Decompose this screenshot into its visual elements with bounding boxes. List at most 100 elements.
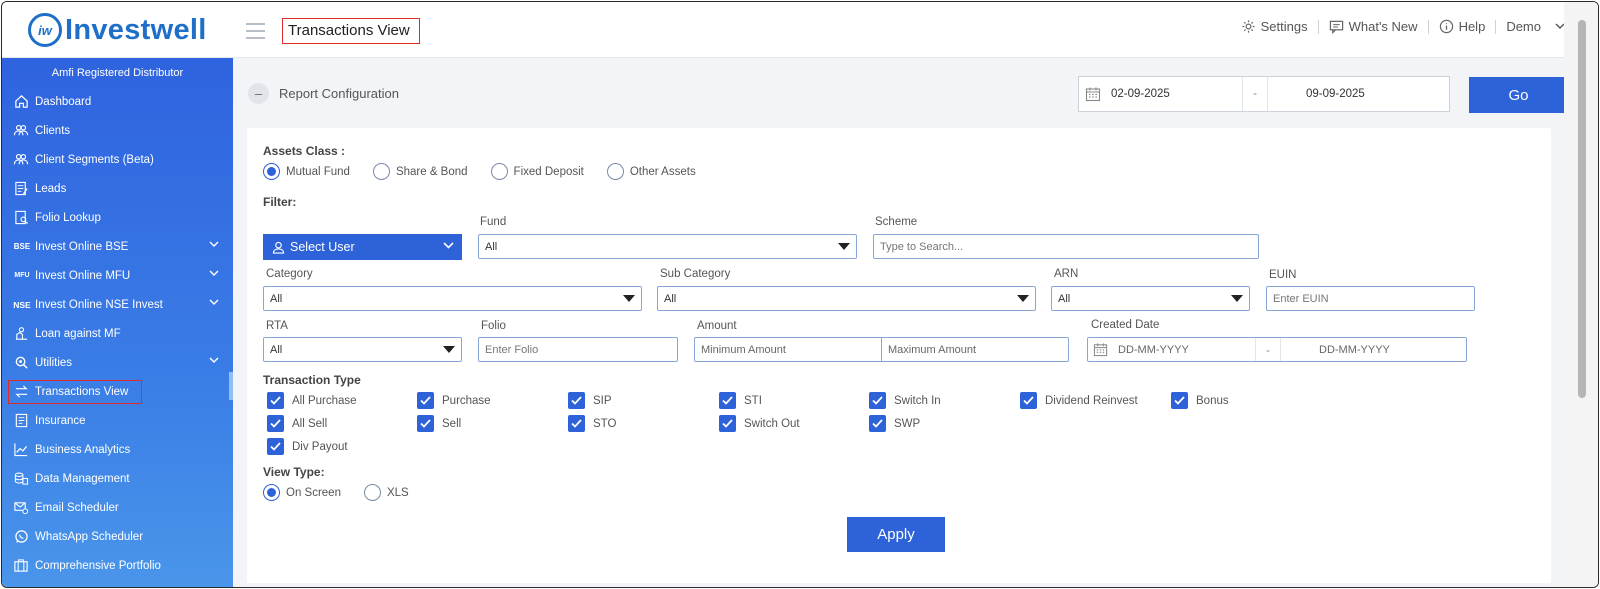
go-button[interactable]: Go — [1469, 77, 1568, 113]
caret-down-icon — [1017, 295, 1029, 302]
checkbox-sip[interactable]: SIP — [568, 392, 612, 409]
collapse-icon[interactable]: – — [248, 83, 269, 104]
user-name: Demo — [1506, 19, 1541, 34]
scheme-search-input[interactable] — [873, 234, 1259, 259]
radio-share-bond[interactable]: Share & Bond — [372, 163, 468, 180]
created-date-range[interactable]: - — [1087, 337, 1467, 362]
whats-new-label: What's New — [1348, 19, 1418, 34]
radio-fixed-deposit[interactable]: Fixed Deposit — [490, 163, 584, 180]
checkbox-label: Dividend Reinvest — [1045, 394, 1138, 407]
sidebar-item-client-segments[interactable]: Client Segments (Beta) — [2, 145, 233, 174]
sidebar-item-utilities[interactable]: Utilities — [2, 348, 233, 377]
top-header: iw Investwell Transactions View Settings… — [2, 2, 1598, 58]
settings-link[interactable]: Settings — [1241, 19, 1308, 34]
checkbox-switch-in[interactable]: Switch In — [869, 392, 941, 409]
checkbox-label: Purchase — [442, 394, 491, 407]
page-scrollbar[interactable] — [1564, 2, 1598, 587]
fund-select[interactable]: All — [478, 234, 857, 259]
report-configuration-toggle[interactable]: – Report Configuration — [248, 83, 399, 104]
sidebar-item-email-scheduler[interactable]: Email Scheduler — [2, 493, 233, 522]
chevron-down-icon — [443, 242, 454, 249]
date-range-picker[interactable]: 02-09-2025 - 09-09-2025 — [1078, 76, 1450, 112]
sidebar-item-label: WhatsApp Scheduler — [35, 530, 144, 543]
mfu-icon: MFU — [14, 272, 30, 279]
checkbox-sti[interactable]: STI — [719, 392, 762, 409]
rta-select[interactable]: All — [263, 337, 462, 362]
sidebar-item-loan-against-mf[interactable]: Loan against MF — [2, 319, 233, 348]
bse-icon: BSE — [13, 242, 31, 251]
sidebar-item-invest-online-nse[interactable]: NSE Invest Online NSE Invest — [2, 290, 233, 319]
hamburger-menu-icon[interactable] — [246, 23, 265, 39]
sidebar-item-leads[interactable]: Leads — [2, 174, 233, 203]
max-amount-field[interactable] — [882, 338, 1068, 361]
euin-label: EUIN — [1269, 269, 1297, 281]
radio-on-screen[interactable]: On Screen — [263, 484, 341, 501]
sidebar-item-business-analytics[interactable]: Business Analytics — [2, 435, 233, 464]
view-type-radio-group: On Screen XLS — [263, 484, 409, 501]
sidebar-item-insurance[interactable]: Insurance — [2, 406, 233, 435]
folio-field[interactable] — [485, 343, 668, 356]
sidebar-item-invest-online-bse[interactable]: BSE Invest Online BSE — [2, 232, 233, 261]
calendar-icon[interactable] — [1088, 342, 1112, 357]
radio-mutual-fund[interactable]: Mutual Fund — [263, 163, 350, 180]
folio-input[interactable] — [478, 337, 678, 362]
radio-indicator — [606, 163, 624, 180]
checkbox-sell[interactable]: Sell — [417, 415, 461, 432]
amount-range-input[interactable] — [694, 337, 1069, 362]
checkbox-bonus[interactable]: Bonus — [1171, 392, 1229, 409]
scheme-search-field[interactable] — [880, 240, 1240, 253]
checkbox-purchase[interactable]: Purchase — [417, 392, 491, 409]
checkbox-all-purchase[interactable]: All Purchase — [267, 392, 357, 409]
header-actions: Settings What's New Help Demo — [1241, 19, 1570, 34]
checkbox-switch-out[interactable]: Switch Out — [719, 415, 800, 432]
checkbox-div-payout[interactable]: Div Payout — [267, 438, 348, 455]
sidebar-item-transactions-view[interactable]: Transactions View — [2, 377, 233, 406]
sidebar-heading: Amfi Registered Distributor — [51, 67, 184, 79]
sidebar-item-label: Utilities — [35, 356, 73, 369]
help-link[interactable]: Help — [1439, 19, 1485, 34]
caret-down-icon — [838, 243, 850, 250]
from-date[interactable]: 02-09-2025 — [1107, 88, 1242, 100]
users-icon — [13, 123, 29, 139]
created-date-label: Created Date — [1091, 319, 1160, 331]
created-to-field[interactable] — [1281, 343, 1461, 356]
arn-select[interactable]: All — [1051, 286, 1250, 311]
select-user-button[interactable]: Select User — [263, 234, 462, 260]
sidebar-item-clients[interactable]: Clients — [2, 116, 233, 145]
sub-category-select[interactable]: All — [657, 286, 1036, 311]
apply-button[interactable]: Apply — [847, 517, 945, 552]
sidebar-item-label: Email Scheduler — [35, 501, 119, 514]
category-select[interactable]: All — [263, 286, 642, 311]
user-menu[interactable]: Demo — [1506, 19, 1570, 34]
checkbox-all-sell[interactable]: All Sell — [267, 415, 327, 432]
min-amount-field[interactable] — [695, 338, 882, 361]
settings-label: Settings — [1260, 19, 1308, 34]
radio-indicator — [263, 163, 280, 180]
sidebar-item-invest-online-mfu[interactable]: MFU Invest Online MFU — [2, 261, 233, 290]
checkbox-swp[interactable]: SWP — [869, 415, 920, 432]
checkbox-dividend-reinvest[interactable]: Dividend Reinvest — [1020, 392, 1138, 409]
checkbox-label: Div Payout — [292, 440, 348, 453]
to-date[interactable]: 09-09-2025 — [1268, 88, 1365, 100]
euin-input[interactable] — [1266, 286, 1475, 311]
sidebar-item-whatsapp-scheduler[interactable]: WhatsApp Scheduler — [2, 522, 233, 551]
created-from-field[interactable] — [1112, 343, 1255, 356]
sidebar-item-label: Data Management — [35, 472, 130, 485]
page-title: Transactions View — [282, 18, 420, 44]
checkbox-sto[interactable]: STO — [568, 415, 616, 432]
calendar-icon[interactable] — [1079, 86, 1107, 102]
checkbox-checked-icon — [719, 392, 736, 409]
fund-label: Fund — [480, 216, 507, 228]
sidebar-item-comprehensive-portfolio[interactable]: Comprehensive Portfolio — [2, 551, 233, 580]
investwell-logo[interactable]: iw Investwell — [28, 13, 207, 47]
whats-new-link[interactable]: What's New — [1329, 19, 1418, 34]
sidebar-item-data-management[interactable]: Data Management — [2, 464, 233, 493]
divider — [1495, 19, 1497, 34]
radio-indicator — [372, 163, 390, 180]
sidebar-item-folio-lookup[interactable]: Folio Lookup — [2, 203, 233, 232]
scrollbar-thumb[interactable] — [1578, 20, 1586, 398]
euin-field[interactable] — [1273, 292, 1464, 305]
radio-other-assets[interactable]: Other Assets — [606, 163, 696, 180]
sidebar-item-dashboard[interactable]: Dashboard — [2, 87, 233, 116]
radio-xls[interactable]: XLS — [363, 484, 409, 501]
